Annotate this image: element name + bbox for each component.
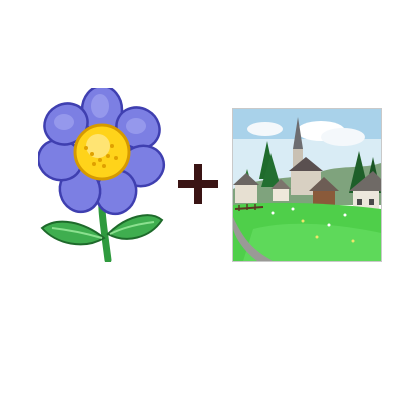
plus-icon (178, 164, 218, 204)
blue-flower-icon (38, 88, 166, 262)
village-painting-icon (232, 108, 382, 262)
composition-canvas (0, 0, 400, 400)
